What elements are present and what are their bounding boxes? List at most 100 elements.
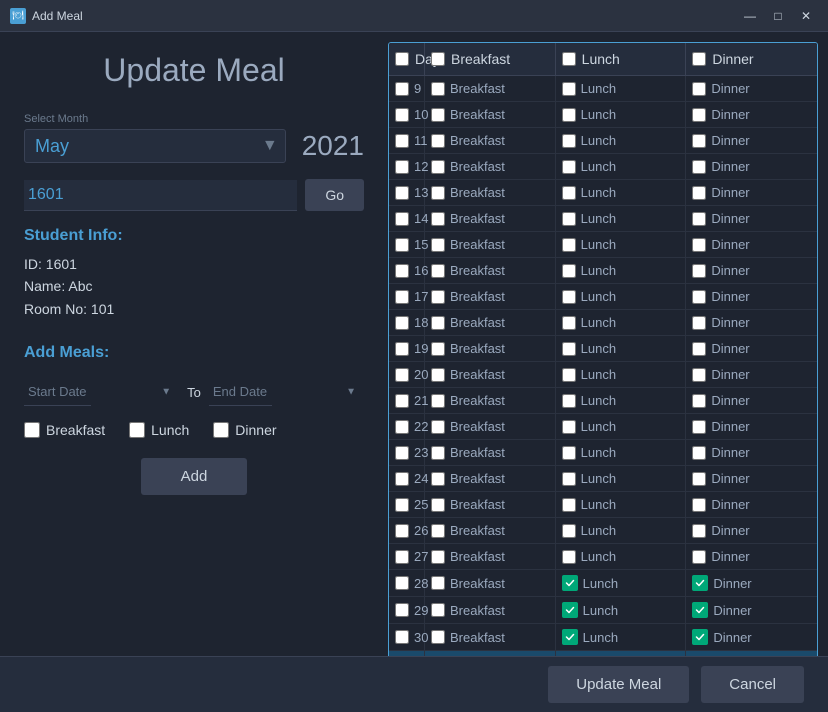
day-checkbox[interactable] [395, 108, 409, 122]
lunch-checkbox[interactable] [562, 108, 576, 122]
breakfast-checkbox[interactable] [431, 342, 445, 356]
maximize-button[interactable]: □ [766, 4, 790, 28]
lunch-checkbox[interactable] [562, 212, 576, 226]
lunch-checkbox[interactable] [562, 550, 576, 564]
breakfast-checkbox[interactable] [431, 420, 445, 434]
dinner-checkbox[interactable] [692, 446, 706, 460]
breakfast-checkbox[interactable] [431, 394, 445, 408]
lunch-checkbox[interactable] [562, 368, 576, 382]
breakfast-checkbox[interactable] [431, 212, 445, 226]
lunch-checkbox[interactable] [562, 160, 576, 174]
dinner-checkbox[interactable] [213, 422, 229, 438]
day-checkbox[interactable] [395, 446, 409, 460]
breakfast-checkbox[interactable] [431, 576, 445, 590]
day-checkbox[interactable] [395, 630, 409, 644]
lunch-checkbox[interactable] [562, 134, 576, 148]
breakfast-checkbox[interactable] [431, 82, 445, 96]
day-checkbox[interactable] [395, 472, 409, 486]
breakfast-checkbox[interactable] [431, 316, 445, 330]
breakfast-checkbox[interactable] [24, 422, 40, 438]
breakfast-checkbox[interactable] [431, 524, 445, 538]
lunch-checkbox[interactable] [562, 446, 576, 460]
dinner-checkbox[interactable] [692, 316, 706, 330]
lunch-checkbox-label[interactable]: Lunch [129, 422, 189, 438]
day-checkbox[interactable] [395, 524, 409, 538]
lunch-checkbox[interactable] [562, 264, 576, 278]
breakfast-checkbox[interactable] [431, 550, 445, 564]
day-checkbox[interactable] [395, 160, 409, 174]
dinner-checkbox[interactable] [692, 550, 706, 564]
day-checkbox[interactable] [395, 550, 409, 564]
dinner-checkbox[interactable] [692, 186, 706, 200]
breakfast-checkbox[interactable] [431, 160, 445, 174]
dinner-checkbox[interactable] [692, 368, 706, 382]
lunch-checkbox[interactable] [562, 238, 576, 252]
dinner-checkbox[interactable] [692, 420, 706, 434]
breakfast-checkbox[interactable] [431, 238, 445, 252]
breakfast-checkbox[interactable] [431, 472, 445, 486]
lunch-checkbox[interactable] [562, 186, 576, 200]
select-all-lunch[interactable] [562, 52, 576, 66]
day-checkbox[interactable] [395, 82, 409, 96]
breakfast-checkbox[interactable] [431, 186, 445, 200]
lunch-checkbox[interactable] [562, 290, 576, 304]
dinner-checkbox[interactable] [692, 394, 706, 408]
day-checkbox[interactable] [395, 238, 409, 252]
id-input[interactable] [24, 180, 297, 211]
day-checkbox[interactable] [395, 420, 409, 434]
lunch-checkbox[interactable] [562, 316, 576, 330]
day-checkbox[interactable] [395, 368, 409, 382]
lunch-checkbox[interactable] [562, 394, 576, 408]
breakfast-checkbox[interactable] [431, 290, 445, 304]
close-button[interactable]: ✕ [794, 4, 818, 28]
breakfast-checkbox-label[interactable]: Breakfast [24, 422, 105, 438]
dinner-checkbox[interactable] [692, 238, 706, 252]
day-checkbox[interactable] [395, 290, 409, 304]
breakfast-checkbox[interactable] [431, 368, 445, 382]
day-checkbox[interactable] [395, 212, 409, 226]
dinner-checkbox[interactable] [692, 134, 706, 148]
dinner-checkbox[interactable] [692, 160, 706, 174]
select-all-dinner[interactable] [692, 52, 706, 66]
dinner-checkbox-label[interactable]: Dinner [213, 422, 276, 438]
day-checkbox[interactable] [395, 342, 409, 356]
lunch-checkbox[interactable] [129, 422, 145, 438]
dinner-checkbox[interactable] [692, 264, 706, 278]
day-checkbox[interactable] [395, 394, 409, 408]
day-checkbox[interactable] [395, 498, 409, 512]
breakfast-checkbox[interactable] [431, 630, 445, 644]
dinner-checkbox[interactable] [692, 290, 706, 304]
day-checkbox[interactable] [395, 316, 409, 330]
day-checkbox[interactable] [395, 264, 409, 278]
breakfast-checkbox[interactable] [431, 603, 445, 617]
lunch-checkbox[interactable] [562, 524, 576, 538]
lunch-checkbox[interactable] [562, 342, 576, 356]
lunch-checkbox[interactable] [562, 472, 576, 486]
add-button[interactable]: Add [141, 458, 248, 495]
start-date-select[interactable]: Start Date [24, 378, 91, 406]
dinner-checkbox[interactable] [692, 524, 706, 538]
lunch-checkbox[interactable] [562, 420, 576, 434]
day-checkbox[interactable] [395, 603, 409, 617]
lunch-checkbox[interactable] [562, 82, 576, 96]
minimize-button[interactable]: — [738, 4, 762, 28]
dinner-checkbox[interactable] [692, 472, 706, 486]
dinner-checkbox[interactable] [692, 108, 706, 122]
dinner-checkbox[interactable] [692, 342, 706, 356]
dinner-checkbox[interactable] [692, 212, 706, 226]
end-date-select[interactable]: End Date [209, 378, 272, 406]
select-all-breakfast[interactable] [431, 52, 445, 66]
select-all-day[interactable] [395, 52, 409, 66]
day-checkbox[interactable] [395, 134, 409, 148]
cancel-button[interactable]: Cancel [701, 666, 804, 703]
breakfast-checkbox[interactable] [431, 446, 445, 460]
go-button[interactable]: Go [305, 179, 364, 211]
breakfast-checkbox[interactable] [431, 108, 445, 122]
update-meal-button[interactable]: Update Meal [548, 666, 689, 703]
dinner-checkbox[interactable] [692, 82, 706, 96]
day-checkbox[interactable] [395, 576, 409, 590]
breakfast-checkbox[interactable] [431, 498, 445, 512]
lunch-checkbox[interactable] [562, 498, 576, 512]
breakfast-checkbox[interactable] [431, 264, 445, 278]
month-select[interactable]: May [24, 129, 286, 163]
